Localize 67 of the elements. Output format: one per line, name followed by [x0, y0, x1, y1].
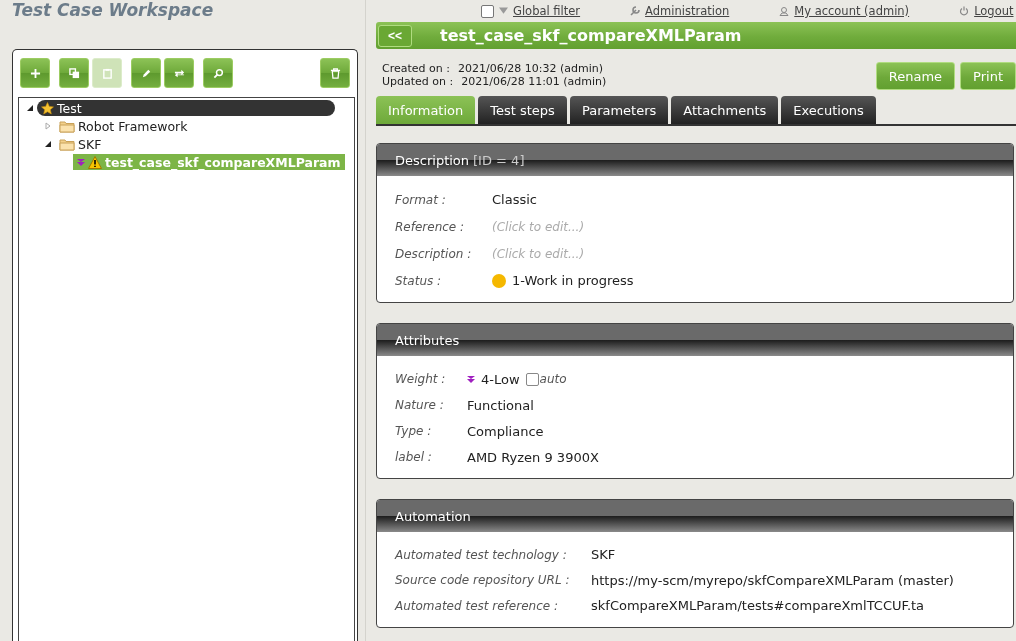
- priority-arrows-icon: [77, 157, 85, 167]
- plus-icon: [29, 67, 41, 79]
- toolbar-button[interactable]: [203, 58, 233, 88]
- field-label: Status :: [395, 273, 443, 288]
- folder-icon: [59, 119, 75, 133]
- tab[interactable]: Attachments: [671, 96, 779, 124]
- field-label: Reference :: [395, 219, 466, 234]
- info-label: Created on :: [382, 62, 450, 75]
- copy-icon: [68, 67, 80, 79]
- checkbox[interactable]: [525, 372, 539, 386]
- field-label: label :: [395, 450, 433, 464]
- pencil-icon: [140, 67, 152, 79]
- folder-icon: [59, 137, 75, 151]
- field-label: Automated test technology :: [395, 547, 568, 562]
- info-value: 2021/06/28 10:32 (admin): [457, 62, 604, 75]
- info-value: 2021/06/28 11:01 (admin): [461, 75, 607, 88]
- field-value: SKF: [591, 547, 616, 563]
- toolbar-button[interactable]: [59, 58, 89, 88]
- swap-arrows-icon: [173, 67, 185, 79]
- field-label: Type :: [395, 424, 433, 438]
- field-value: https://my-scm/myrepo/skfCompareXMLParam (master): [591, 572, 954, 588]
- panel-title: Automation: [395, 508, 471, 524]
- clipboard-icon: [101, 67, 113, 79]
- test-case-title: test_case_skf_compareXMLParam: [440, 26, 742, 45]
- status-value: 1-Work in progress: [512, 273, 634, 288]
- menu-link[interactable]: My account (admin): [794, 4, 910, 18]
- toolbar-button[interactable]: [164, 58, 194, 88]
- field-value: Functional: [467, 397, 534, 413]
- user-icon: [779, 6, 790, 16]
- tab[interactable]: Parameters: [569, 96, 669, 124]
- tree-item[interactable]: Test: [37, 100, 335, 116]
- wrench-icon: [630, 6, 641, 16]
- tab[interactable]: Executions: [781, 96, 876, 124]
- priority-arrows-icon: [467, 374, 475, 384]
- toolbar-button[interactable]: [320, 58, 350, 88]
- field-label: Description :: [395, 246, 473, 261]
- panel-id: [ID = 4]: [473, 152, 525, 168]
- field-value: Classic: [492, 192, 537, 207]
- checkbox[interactable]: [481, 4, 494, 18]
- field-label: Weight :: [395, 372, 447, 386]
- warning-icon: [88, 155, 102, 169]
- search-icon: [212, 67, 224, 79]
- trash-icon: [329, 67, 341, 79]
- power-icon: [959, 6, 970, 16]
- tree-item[interactable]: SKF: [55, 136, 106, 152]
- checkbox-label: auto: [539, 372, 567, 386]
- field-value: Compliance: [467, 423, 544, 439]
- toolbar-button[interactable]: [131, 58, 161, 88]
- global-filter-link[interactable]: Global filter: [513, 4, 581, 18]
- toolbar-button[interactable]: [20, 58, 50, 88]
- panel-title: Description: [395, 152, 470, 168]
- field-label: Format :: [395, 192, 447, 207]
- field-value: 4-Low: [481, 371, 520, 387]
- tree-item[interactable]: Robot Framework: [55, 118, 192, 134]
- menu-link[interactable]: Logout: [974, 4, 1014, 18]
- field-label: Nature :: [395, 398, 445, 412]
- funnel-icon: [499, 7, 508, 15]
- field-value: AMD Ryzen 9 3900X: [467, 449, 599, 465]
- workspace-title: Test Case Workspace: [11, 0, 215, 22]
- info-label: Updated on :: [382, 75, 454, 88]
- field-label: Source code repository URL :: [395, 573, 571, 588]
- panel-title: Attributes: [395, 332, 460, 348]
- menu-link[interactable]: Administration: [645, 4, 730, 18]
- star-icon: [41, 101, 54, 115]
- field-value: skfCompareXMLParam/tests#compareXmlTCCUF.ta: [591, 598, 925, 614]
- tab[interactable]: Test steps: [478, 96, 567, 124]
- field-label: Automated test reference :: [395, 598, 559, 613]
